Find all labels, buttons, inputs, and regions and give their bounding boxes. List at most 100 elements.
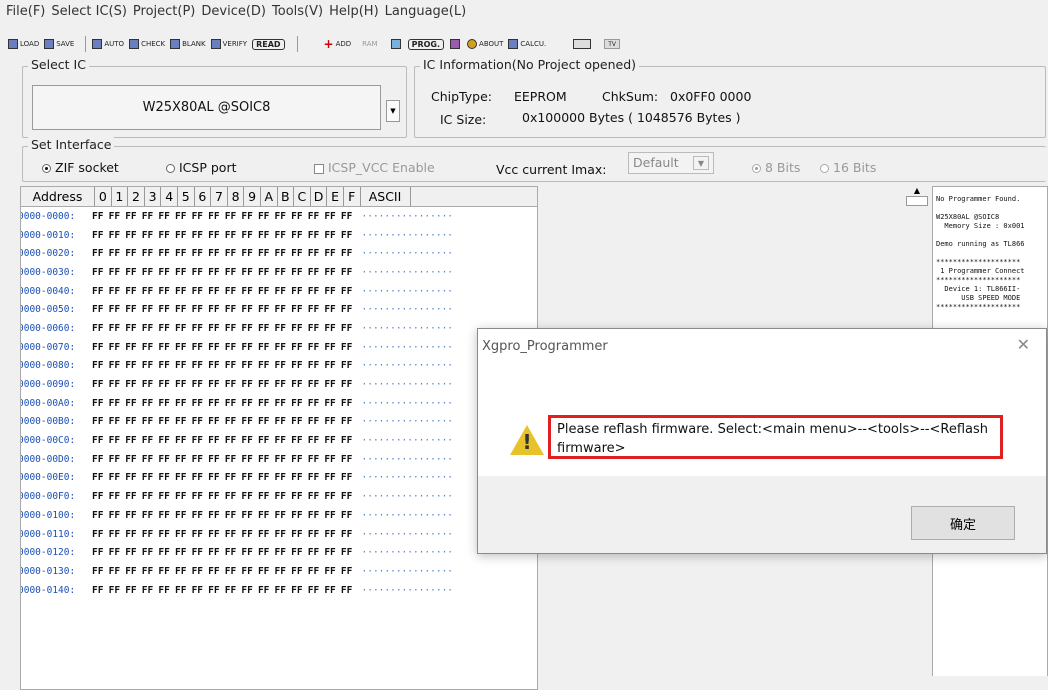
calcu-button[interactable]: CALCU. (508, 39, 546, 49)
hex-byte[interactable]: FF (308, 248, 325, 259)
hex-byte[interactable]: FF (142, 286, 159, 297)
hex-byte[interactable]: FF (291, 304, 308, 315)
hex-byte[interactable]: FF (308, 529, 325, 540)
add-button[interactable]: + ADD (324, 37, 352, 51)
hex-byte[interactable]: FF (241, 472, 258, 483)
flash-button[interactable] (390, 39, 403, 49)
hex-byte[interactable]: FF (208, 286, 225, 297)
hex-byte[interactable]: FF (341, 566, 358, 577)
hex-byte[interactable]: FF (109, 267, 126, 278)
hex-row[interactable]: 0000-0080: FF FF FF FF FF FF FF FF FF FF FF FF FF FF FF… (21, 357, 537, 376)
hex-byte[interactable]: FF (192, 286, 209, 297)
hex-byte[interactable]: FF (175, 379, 192, 390)
hex-byte[interactable]: FF (275, 454, 292, 465)
hex-byte[interactable]: FF (109, 398, 126, 409)
hex-byte[interactable]: FF (175, 491, 192, 502)
hex-byte[interactable]: FF (275, 585, 292, 596)
hex-byte[interactable]: FF (142, 304, 159, 315)
hex-byte[interactable]: FF (241, 398, 258, 409)
hex-byte[interactable]: FF (225, 416, 242, 427)
hex-byte[interactable]: FF (192, 304, 209, 315)
hex-byte[interactable]: FF (225, 304, 242, 315)
hex-byte[interactable]: FF (208, 230, 225, 241)
icsp-port-radio[interactable]: ICSP port (166, 160, 236, 175)
hex-byte[interactable]: FF (192, 398, 209, 409)
hex-byte[interactable]: FF (125, 491, 142, 502)
hex-byte[interactable]: FF (275, 379, 292, 390)
hex-byte[interactable]: FF (291, 248, 308, 259)
hex-byte[interactable]: FF (308, 454, 325, 465)
hex-byte[interactable]: FF (225, 342, 242, 353)
usb-button[interactable] (573, 39, 593, 49)
hex-byte[interactable]: FF (341, 435, 358, 446)
hex-byte[interactable]: FF (258, 230, 275, 241)
hex-byte[interactable]: FF (158, 566, 175, 577)
hex-byte[interactable]: FF (142, 416, 159, 427)
hex-byte[interactable]: FF (291, 323, 308, 334)
hex-byte[interactable]: FF (158, 454, 175, 465)
hex-byte[interactable]: FF (341, 529, 358, 540)
hex-row[interactable]: 0000-00F0: FF FF FF FF FF FF FF FF FF FF FF FF FF FF FF… (21, 487, 537, 506)
hex-byte[interactable]: FF (324, 454, 341, 465)
hex-byte[interactable]: FF (125, 267, 142, 278)
hex-byte[interactable]: FF (291, 342, 308, 353)
auto-button[interactable]: AUTO (92, 39, 124, 49)
hex-byte[interactable]: FF (291, 360, 308, 371)
hex-byte[interactable]: FF (225, 323, 242, 334)
hex-byte[interactable]: FF (192, 547, 209, 558)
hex-byte[interactable]: FF (341, 323, 358, 334)
menu-help[interactable]: Help(H) (329, 4, 379, 19)
hex-byte[interactable]: FF (258, 435, 275, 446)
hex-byte[interactable]: FF (341, 304, 358, 315)
hex-byte[interactable]: FF (158, 304, 175, 315)
hex-byte[interactable]: FF (175, 248, 192, 259)
hex-byte[interactable]: FF (109, 211, 126, 222)
zif-socket-radio[interactable]: ZIF socket (42, 160, 119, 175)
hex-byte[interactable]: FF (175, 510, 192, 521)
hex-byte[interactable]: FF (341, 585, 358, 596)
hex-byte[interactable]: FF (109, 585, 126, 596)
hex-byte[interactable]: FF (275, 230, 292, 241)
hex-byte[interactable]: FF (125, 454, 142, 465)
hex-byte[interactable]: FF (175, 435, 192, 446)
hex-byte[interactable]: FF (208, 304, 225, 315)
hex-byte[interactable]: FF (92, 248, 109, 259)
8-bits-radio[interactable]: 8 Bits (752, 160, 800, 175)
hex-byte[interactable]: FF (125, 510, 142, 521)
hex-byte[interactable]: FF (341, 248, 358, 259)
hex-byte[interactable]: FF (258, 304, 275, 315)
close-icon[interactable]: ✕ (1017, 335, 1030, 354)
hex-byte[interactable]: FF (308, 211, 325, 222)
hex-byte[interactable]: FF (142, 454, 159, 465)
hex-byte[interactable]: FF (92, 398, 109, 409)
hex-byte[interactable]: FF (275, 510, 292, 521)
hex-byte[interactable]: FF (192, 435, 209, 446)
hex-row[interactable]: 0000-0010: FF FF FF FF FF FF FF FF FF FF FF FF FF FF FF… (21, 226, 537, 245)
hex-byte[interactable]: FF (241, 416, 258, 427)
chip-dropdown-button[interactable]: ▼ (386, 100, 400, 122)
vcc-current-select[interactable]: Default ▼ (628, 152, 714, 174)
hex-byte[interactable]: FF (92, 416, 109, 427)
hex-byte[interactable]: FF (158, 491, 175, 502)
hex-byte[interactable]: FF (341, 547, 358, 558)
hex-byte[interactable]: FF (142, 342, 159, 353)
hex-byte[interactable]: FF (109, 379, 126, 390)
blank-button[interactable]: BLANK (170, 39, 206, 49)
hex-byte[interactable]: FF (258, 472, 275, 483)
hex-byte[interactable]: FF (324, 435, 341, 446)
ram-button[interactable]: RAM (362, 40, 377, 48)
hex-byte[interactable]: FF (208, 435, 225, 446)
hex-byte[interactable]: FF (125, 211, 142, 222)
scrollbar-thumb[interactable] (906, 196, 928, 206)
read-button[interactable]: READ (252, 38, 285, 50)
hex-byte[interactable]: FF (208, 510, 225, 521)
hex-row[interactable]: 0000-0140: FF FF FF FF FF FF FF FF FF FF FF FF FF FF FF… (21, 581, 537, 600)
hex-byte[interactable]: FF (258, 248, 275, 259)
hex-row[interactable]: 0000-00C0: FF FF FF FF FF FF FF FF FF FF FF FF FF FF FF… (21, 431, 537, 450)
hex-byte[interactable]: FF (275, 529, 292, 540)
hex-byte[interactable]: FF (275, 435, 292, 446)
hex-byte[interactable]: FF (109, 248, 126, 259)
hex-byte[interactable]: FF (142, 472, 159, 483)
hex-byte[interactable]: FF (291, 267, 308, 278)
hex-byte[interactable]: FF (225, 435, 242, 446)
